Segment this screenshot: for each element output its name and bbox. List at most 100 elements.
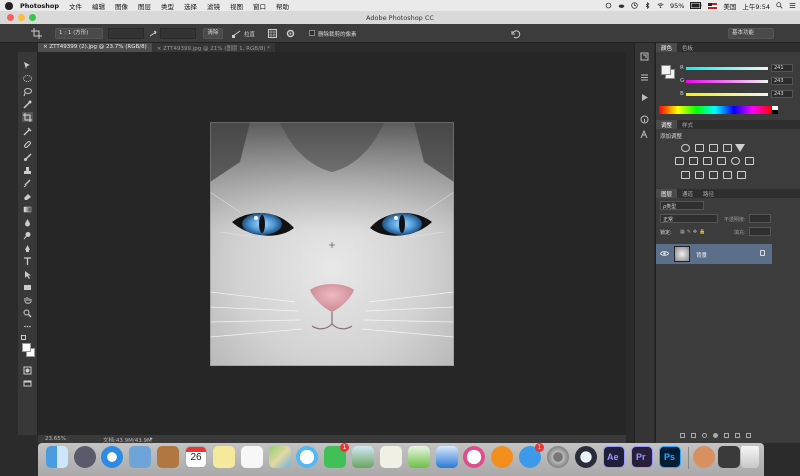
ibooks-note-icon[interactable]	[380, 446, 402, 468]
preview-icon[interactable]	[129, 446, 151, 468]
menu-type[interactable]: 类型	[161, 1, 174, 11]
quick-mask-icon[interactable]	[22, 365, 33, 375]
quick-select-tool-icon[interactable]	[22, 99, 33, 109]
notes-icon[interactable]	[213, 446, 235, 468]
clear-button[interactable]: 清除	[203, 28, 223, 39]
brush-tool-icon[interactable]	[22, 152, 33, 162]
crop-tool-icon[interactable]	[22, 112, 33, 122]
info-panel-icon[interactable]	[640, 115, 649, 124]
vibrance-icon[interactable]	[735, 144, 745, 152]
red-value-field[interactable]: 241	[771, 64, 793, 72]
clone-stamp-tool-icon[interactable]	[22, 165, 33, 175]
tab-channels[interactable]: 通道	[677, 189, 698, 198]
lasso-tool-icon[interactable]	[22, 86, 33, 96]
color-fg-swatch[interactable]	[661, 65, 671, 75]
cloud-icon[interactable]	[618, 2, 625, 9]
healing-brush-tool-icon[interactable]	[22, 139, 33, 149]
menu-edit[interactable]: 编辑	[92, 1, 105, 11]
add-mask-icon[interactable]	[701, 433, 707, 438]
numbers-icon[interactable]	[408, 446, 430, 468]
opacity-field[interactable]	[749, 214, 771, 223]
hue-saturation-icon[interactable]	[675, 157, 684, 165]
canvas-area[interactable]	[38, 52, 626, 435]
photos-icon[interactable]	[352, 446, 374, 468]
zoom-level[interactable]: 23.65%	[45, 436, 66, 442]
layer-style-icon[interactable]	[690, 433, 696, 438]
menu-file[interactable]: 文件	[69, 1, 82, 11]
messages-icon[interactable]	[296, 446, 318, 468]
default-colors-icon[interactable]	[21, 335, 26, 340]
type-tool-icon[interactable]	[22, 256, 33, 266]
battery-icon[interactable]	[690, 2, 702, 9]
workspace-select[interactable]: 基本功能	[728, 28, 774, 39]
wifi-icon[interactable]	[657, 2, 664, 9]
trash-icon[interactable]	[741, 446, 759, 468]
brightness-contrast-icon[interactable]	[681, 144, 690, 152]
menu-image[interactable]: 图像	[115, 1, 128, 11]
crop-height-field[interactable]	[160, 28, 196, 39]
notification-center-icon[interactable]	[789, 2, 796, 9]
menu-help[interactable]: 帮助	[276, 1, 289, 11]
invert-icon[interactable]	[681, 171, 690, 179]
link-layers-icon[interactable]	[679, 433, 685, 438]
history-brush-tool-icon[interactable]	[22, 178, 33, 188]
media-folder-icon[interactable]	[718, 446, 740, 468]
delete-layer-icon[interactable]	[745, 433, 751, 438]
menu-layer[interactable]: 图层	[138, 1, 151, 11]
app-menu[interactable]: Photoshop	[20, 2, 59, 10]
tab-styles[interactable]: 样式	[677, 120, 698, 129]
reminders-icon[interactable]	[241, 446, 263, 468]
itunes-icon[interactable]	[463, 446, 485, 468]
swap-dimensions-icon[interactable]	[149, 30, 157, 38]
levels-icon[interactable]	[695, 144, 704, 152]
quicktime-icon[interactable]	[575, 446, 597, 468]
launchpad-icon[interactable]	[74, 446, 96, 468]
straighten-icon[interactable]	[232, 29, 241, 38]
color-spectrum-bar[interactable]	[659, 106, 771, 114]
tab-swatches[interactable]: 色板	[677, 43, 698, 52]
photo-filter-icon[interactable]	[717, 157, 726, 165]
input-method[interactable]: 美国	[723, 1, 736, 11]
new-adjustment-layer-icon[interactable]	[712, 433, 718, 438]
channel-mixer-icon[interactable]	[731, 157, 740, 165]
bluetooth-icon[interactable]	[644, 2, 651, 9]
lock-icons[interactable]: ▦✎✥🔒	[680, 229, 707, 235]
edit-toolbar-icon[interactable]	[22, 321, 33, 331]
layer-thumbnail[interactable]	[674, 246, 690, 262]
tab-paths[interactable]: 路径	[698, 189, 719, 198]
threshold-icon[interactable]	[709, 171, 718, 179]
tab-adjustments[interactable]: 调整	[656, 120, 678, 129]
finder-icon[interactable]	[46, 446, 68, 468]
system-preferences-icon[interactable]	[547, 446, 569, 468]
layer-visibility-eye-icon[interactable]	[660, 250, 669, 257]
facetime-icon[interactable]: 1	[324, 443, 349, 468]
user-folder-icon[interactable]	[693, 446, 715, 468]
crop-settings-gear-icon[interactable]	[286, 29, 295, 38]
crop-width-field[interactable]	[108, 28, 144, 39]
menu-select[interactable]: 选择	[184, 1, 197, 11]
app-store-icon[interactable]: 1	[519, 443, 544, 468]
straighten-label[interactable]: 拉直	[244, 30, 255, 38]
rectangle-tool-icon[interactable]	[22, 282, 33, 292]
blend-mode-select[interactable]: 正常	[660, 214, 718, 223]
premiere-icon[interactable]: Pr	[631, 446, 653, 468]
fill-field[interactable]	[749, 227, 771, 236]
menu-window[interactable]: 窗口	[253, 1, 266, 11]
tab-color[interactable]: 颜色	[656, 43, 678, 52]
menu-view[interactable]: 视图	[230, 1, 243, 11]
blue-value-field[interactable]: 243	[771, 90, 793, 98]
keynote-icon[interactable]	[436, 446, 458, 468]
black-white-icon[interactable]	[703, 157, 712, 165]
ibooks-icon[interactable]	[491, 446, 513, 468]
sync-icon[interactable]	[605, 2, 612, 9]
menubar-clock[interactable]: 上午9:54	[742, 1, 770, 11]
hand-tool-icon[interactable]	[22, 295, 33, 305]
flag-icon[interactable]	[708, 2, 718, 9]
character-panel-icon[interactable]	[640, 130, 649, 139]
menu-filter[interactable]: 滤镜	[207, 1, 220, 11]
contacts-icon[interactable]	[157, 446, 179, 468]
pen-tool-icon[interactable]	[22, 243, 33, 253]
tab-document-1[interactable]: × ZTT49399 (2).jpg @ 23.7% (RGB/8)	[38, 43, 152, 52]
properties-panel-icon[interactable]	[640, 73, 649, 82]
new-group-icon[interactable]	[723, 433, 729, 438]
